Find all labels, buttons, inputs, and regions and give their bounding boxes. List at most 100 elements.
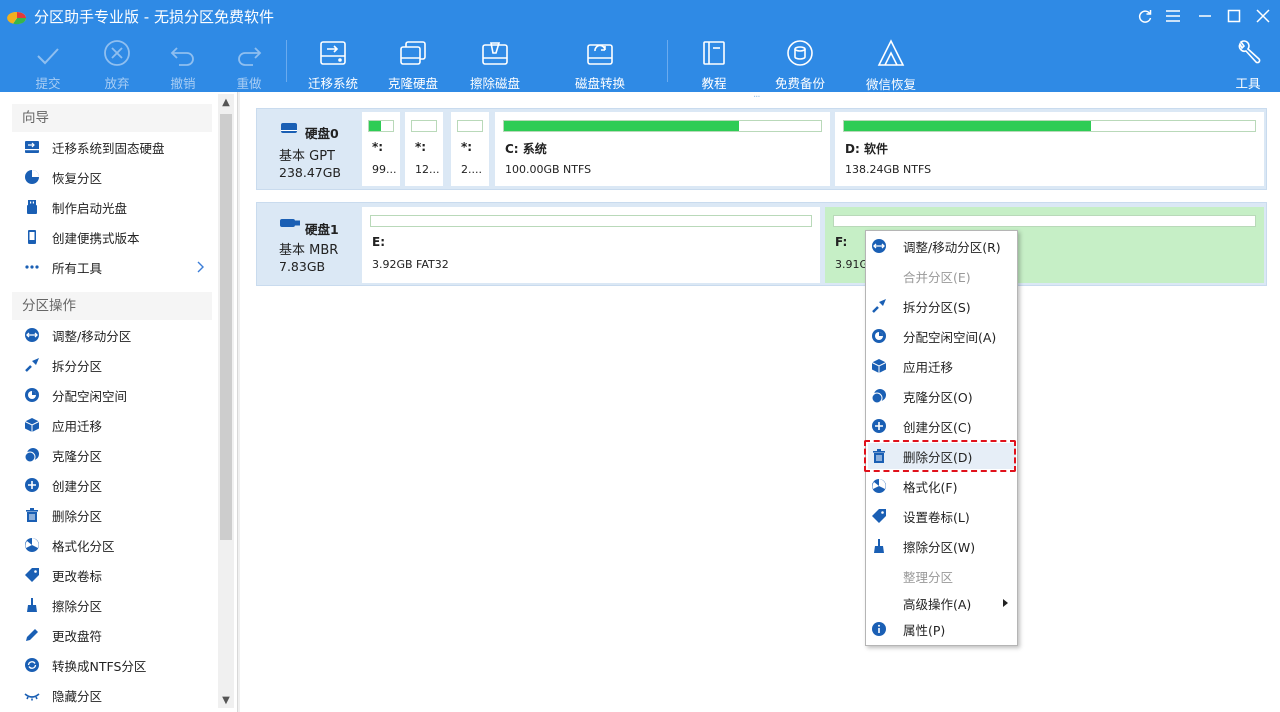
sidebar-item-resize-move[interactable]: 调整/移动分区 xyxy=(12,320,212,350)
menu-item-merge[interactable]: 合并分区(E) xyxy=(868,263,1016,289)
menu-item-split[interactable]: 拆分分区(S) xyxy=(868,293,1016,319)
eraser-disk-icon xyxy=(482,42,508,65)
usage-bar xyxy=(368,120,394,132)
sidebar-item-create[interactable]: 创建分区 xyxy=(12,470,212,500)
partition-tile-c[interactable]: C: 系统 100.00GB NTFS xyxy=(495,112,830,186)
trash-icon xyxy=(871,448,887,464)
allocate-icon xyxy=(871,328,887,344)
sidebar-item-convert-ntfs[interactable]: 转换成NTFS分区 xyxy=(12,650,212,680)
tools-button[interactable]: 工具 xyxy=(1230,32,1266,92)
menu-item-wipe[interactable]: 擦除分区(W) xyxy=(868,533,1016,559)
undo-button[interactable]: 撤销 xyxy=(161,32,205,92)
splitter-grip[interactable]: ··· xyxy=(753,92,760,103)
sidebar: 向导 迁移系统到固态硬盘 恢复分区 制作启动光盘 创建便携式版本 所有工具 分区… xyxy=(0,92,238,712)
submit-button[interactable]: 提交 xyxy=(26,32,70,92)
convert-icon xyxy=(24,657,40,673)
menu-item-clone[interactable]: 克隆分区(O) xyxy=(868,383,1016,409)
partition-tile-e[interactable]: E: 3.92GB FAT32 xyxy=(362,207,820,283)
tutorial-button[interactable]: 教程 xyxy=(694,32,734,92)
sidebar-item-delete[interactable]: 删除分区 xyxy=(12,500,212,530)
box-icon xyxy=(871,358,887,374)
disk-1-info[interactable]: 硬盘1 基本 MBR 7.83GB xyxy=(257,203,361,285)
menu-icon[interactable] xyxy=(1163,6,1183,26)
sidebar-item-clone[interactable]: 克隆分区 xyxy=(12,440,212,470)
sidebar-item-wipe[interactable]: 擦除分区 xyxy=(12,590,212,620)
menu-item-advanced[interactable]: 高级操作(A) xyxy=(868,590,1016,616)
minimize-button[interactable] xyxy=(1195,6,1215,26)
create-icon xyxy=(871,418,887,434)
sidebar-scroll-thumb[interactable] xyxy=(220,114,232,540)
close-button[interactable] xyxy=(1253,6,1273,26)
menu-item-create[interactable]: 创建分区(C) xyxy=(868,413,1016,439)
split-icon xyxy=(871,298,887,314)
disk-0-row[interactable]: 硬盘0 基本 GPT 238.47GB *: 99... *: 12... *:… xyxy=(256,108,1267,190)
scroll-up-arrow-icon[interactable]: ▲ xyxy=(218,94,234,110)
menu-item-set-label[interactable]: 设置卷标(L) xyxy=(868,503,1016,529)
migrate-system-button[interactable]: 迁移系统 xyxy=(302,32,364,92)
sidebar-item-recover-partition[interactable]: 恢复分区 xyxy=(12,162,212,192)
partition-tile-d[interactable]: D: 软件 138.24GB NTFS xyxy=(835,112,1264,186)
menu-item-properties[interactable]: 属性(P) xyxy=(868,616,1016,642)
create-icon xyxy=(24,477,40,493)
scroll-down-arrow-icon[interactable]: ▼ xyxy=(218,692,234,708)
check-icon xyxy=(37,48,59,65)
sidebar-item-portable-version[interactable]: 创建便携式版本 xyxy=(12,222,212,252)
menu-item-delete[interactable]: 删除分区(D) xyxy=(868,443,1016,469)
migrate-disk-icon xyxy=(24,139,40,155)
menu-item-defrag[interactable]: 整理分区 xyxy=(868,563,1016,589)
undo-icon xyxy=(170,47,194,66)
dots-icon xyxy=(24,259,40,275)
sidebar-scrollbar[interactable]: ▲ ▼ xyxy=(218,94,234,708)
redo-button[interactable]: 重做 xyxy=(227,32,271,92)
maximize-button[interactable] xyxy=(1224,6,1244,26)
wipe-disk-button[interactable]: 擦除磁盘 xyxy=(466,32,524,92)
partition-tile[interactable]: *: 99... xyxy=(362,112,400,186)
wizard-section-title: 向导 xyxy=(12,104,212,132)
book-icon xyxy=(703,41,725,65)
usb-drive-icon xyxy=(280,219,300,227)
wechat-recovery-button[interactable]: 微信恢复 xyxy=(862,32,920,92)
sidebar-item-bootable-media[interactable]: 制作启动光盘 xyxy=(12,192,212,222)
wrench-icon xyxy=(1238,40,1261,64)
info-icon xyxy=(871,621,887,637)
title-bar: 分区助手专业版 - 无损分区免费软件 xyxy=(0,0,1280,32)
disk-convert-button[interactable]: 磁盘转换 xyxy=(570,32,630,92)
toolbar-divider xyxy=(286,40,287,82)
sidebar-item-split[interactable]: 拆分分区 xyxy=(12,350,212,380)
hard-disk-icon xyxy=(281,123,297,133)
menu-item-format[interactable]: 格式化(F) xyxy=(868,473,1016,499)
sidebar-item-change-letter[interactable]: 更改盘符 xyxy=(12,620,212,650)
menu-item-app-migrate[interactable]: 应用迁移 xyxy=(868,353,1016,379)
clone-disk-button[interactable]: 克隆硬盘 xyxy=(384,32,442,92)
sidebar-item-all-tools[interactable]: 所有工具 xyxy=(12,252,212,282)
sidebar-item-allocate[interactable]: 分配空闲空间 xyxy=(12,380,212,410)
eye-hidden-icon xyxy=(24,687,40,703)
menu-item-allocate[interactable]: 分配空闲空间(A) xyxy=(868,323,1016,349)
usage-fill xyxy=(504,121,739,131)
sidebar-item-hide[interactable]: 隐藏分区 xyxy=(12,680,212,710)
broom-icon xyxy=(24,597,40,613)
disk-0-info[interactable]: 硬盘0 基本 GPT 238.47GB xyxy=(257,109,361,189)
disk-1-size: 7.83GB xyxy=(279,259,326,274)
discard-button[interactable]: 放弃 xyxy=(95,32,139,92)
cancel-icon xyxy=(104,40,130,66)
usage-bar xyxy=(833,215,1256,227)
submenu-arrow-icon xyxy=(1003,599,1008,607)
tag-icon xyxy=(24,567,40,583)
menu-item-resize-move[interactable]: 调整/移动分区(R) xyxy=(868,233,1016,259)
sidebar-item-format[interactable]: 格式化分区 xyxy=(12,530,212,560)
sidebar-item-change-label[interactable]: 更改卷标 xyxy=(12,560,212,590)
broom-icon xyxy=(871,538,887,554)
partition-tile[interactable]: *: 12... xyxy=(405,112,443,186)
sidebar-item-app-migrate[interactable]: 应用迁移 xyxy=(12,410,212,440)
disk-1-row[interactable]: 硬盘1 基本 MBR 7.83GB E: 3.92GB FAT32 F: 3.9… xyxy=(256,202,1267,286)
backup-icon xyxy=(787,40,813,66)
app-logo-icon xyxy=(7,11,27,25)
partition-tile[interactable]: *: 2.... xyxy=(451,112,489,186)
sidebar-item-migrate-ssd[interactable]: 迁移系统到固态硬盘 xyxy=(12,132,212,162)
free-backup-button[interactable]: 免费备份 xyxy=(771,32,829,92)
chevron-right-icon xyxy=(197,261,204,273)
refresh-icon[interactable] xyxy=(1135,6,1155,26)
clone-icon xyxy=(871,388,887,404)
toolbar: 提交 放弃 撤销 重做 迁移系统 克隆硬盘 擦除磁盘 磁盘转换 教程 免费备份 … xyxy=(0,32,1280,92)
